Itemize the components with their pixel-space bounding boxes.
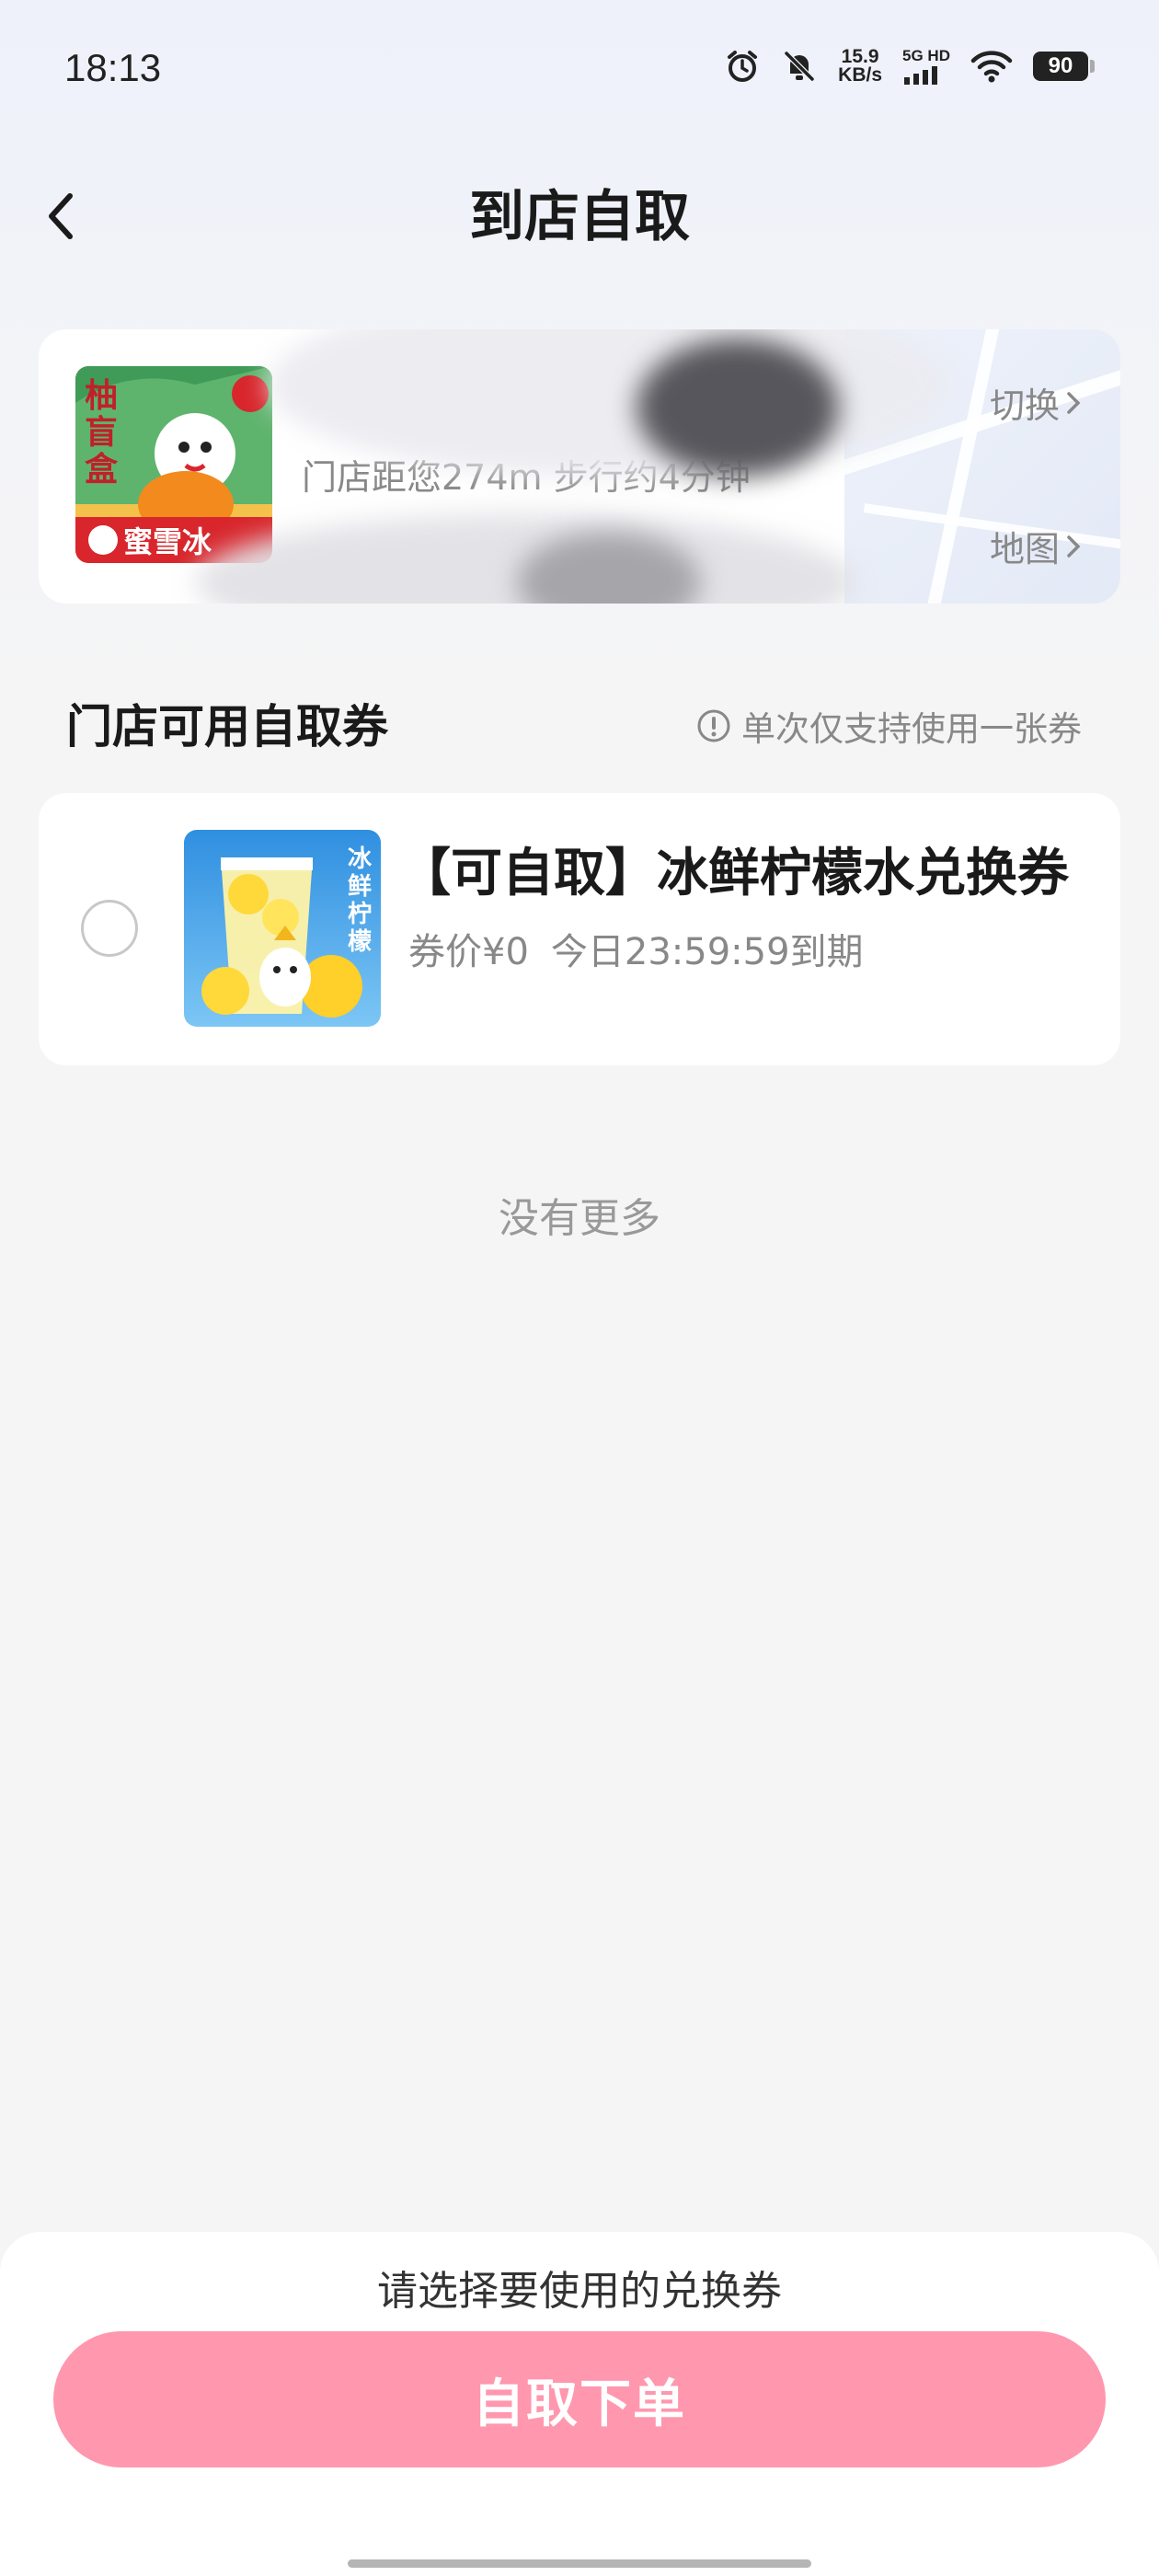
store-card[interactable]: 柚 盲 盒 蜜雪冰 门店距您274m 步行约4分钟 切换 地图 xyxy=(39,329,1120,604)
select-coupon-hint: 请选择要使用的兑换券 xyxy=(377,2268,782,2315)
switch-store-label: 切换 xyxy=(989,385,1060,426)
battery-icon: 90 xyxy=(1033,52,1095,81)
section-note-text: 单次仅支持使用一张券 xyxy=(741,709,1082,749)
net-speed: 15.9 KB/s xyxy=(838,46,883,86)
net-speed-value: 15.9 xyxy=(841,46,879,67)
home-indicator[interactable] xyxy=(348,2559,811,2568)
section-title: 门店可用自取券 xyxy=(66,700,388,753)
section-note: 单次仅支持使用一张券 xyxy=(695,701,1082,751)
alarm-icon xyxy=(724,48,761,85)
redacted-blob xyxy=(637,339,839,477)
network-label: 5G HD xyxy=(902,47,950,64)
coupon-name: 【可自取】冰鲜柠檬水兑换券 xyxy=(399,844,1069,903)
svg-text:鲜: 鲜 xyxy=(348,873,372,901)
coupon-card[interactable]: 冰 鲜 柠 檬 【可自取】冰鲜柠檬水兑换券 券价¥0 今日23:59:59到期 xyxy=(39,793,1120,1065)
coupon-image: 冰 鲜 柠 檬 xyxy=(184,830,381,1027)
svg-text:蜜雪冰: 蜜雪冰 xyxy=(123,524,212,559)
chevron-right-icon xyxy=(1067,535,1081,558)
mute-icon xyxy=(781,48,818,85)
list-end-text: 没有更多 xyxy=(499,1195,660,1242)
battery-cap xyxy=(1090,60,1095,73)
battery-level: 90 xyxy=(1033,52,1088,81)
map-link[interactable]: 地图 xyxy=(990,521,1082,571)
chevron-right-icon xyxy=(1067,391,1081,414)
coupon-price: 券价¥0 xyxy=(408,931,529,973)
bottom-action-panel: 请选择要使用的兑换券 自取下单 xyxy=(0,2232,1159,2576)
status-bar: 18:13 15.9 KB/s 5G HD 90 xyxy=(0,0,1159,138)
store-logo-image: 柚 盲 盒 蜜雪冰 xyxy=(75,366,272,563)
cellular-signal-icon: 5G HD xyxy=(902,48,950,85)
status-icons: 15.9 KB/s 5G HD 90 xyxy=(724,46,1095,86)
pickup-order-button[interactable]: 自取下单 xyxy=(53,2331,1106,2467)
svg-text:盲: 盲 xyxy=(85,414,118,452)
svg-text:柠: 柠 xyxy=(348,900,372,928)
info-icon xyxy=(697,709,730,742)
coupon-meta: 券价¥0 今日23:59:59到期 xyxy=(408,922,864,975)
coupon-expiry: 今日23:59:59到期 xyxy=(550,931,864,973)
status-time: 18:13 xyxy=(64,46,162,89)
svg-text:檬: 檬 xyxy=(348,928,372,956)
coupon-select-radio[interactable] xyxy=(81,900,138,957)
map-link-label: 地图 xyxy=(989,529,1060,569)
page-title: 到店自取 xyxy=(469,185,690,249)
switch-store-link[interactable]: 切换 xyxy=(990,377,1082,428)
svg-text:柚: 柚 xyxy=(85,377,118,415)
net-speed-unit: KB/s xyxy=(838,64,883,86)
svg-text:盒: 盒 xyxy=(85,451,119,489)
wifi-icon xyxy=(970,48,1013,85)
svg-text:冰: 冰 xyxy=(348,845,373,873)
